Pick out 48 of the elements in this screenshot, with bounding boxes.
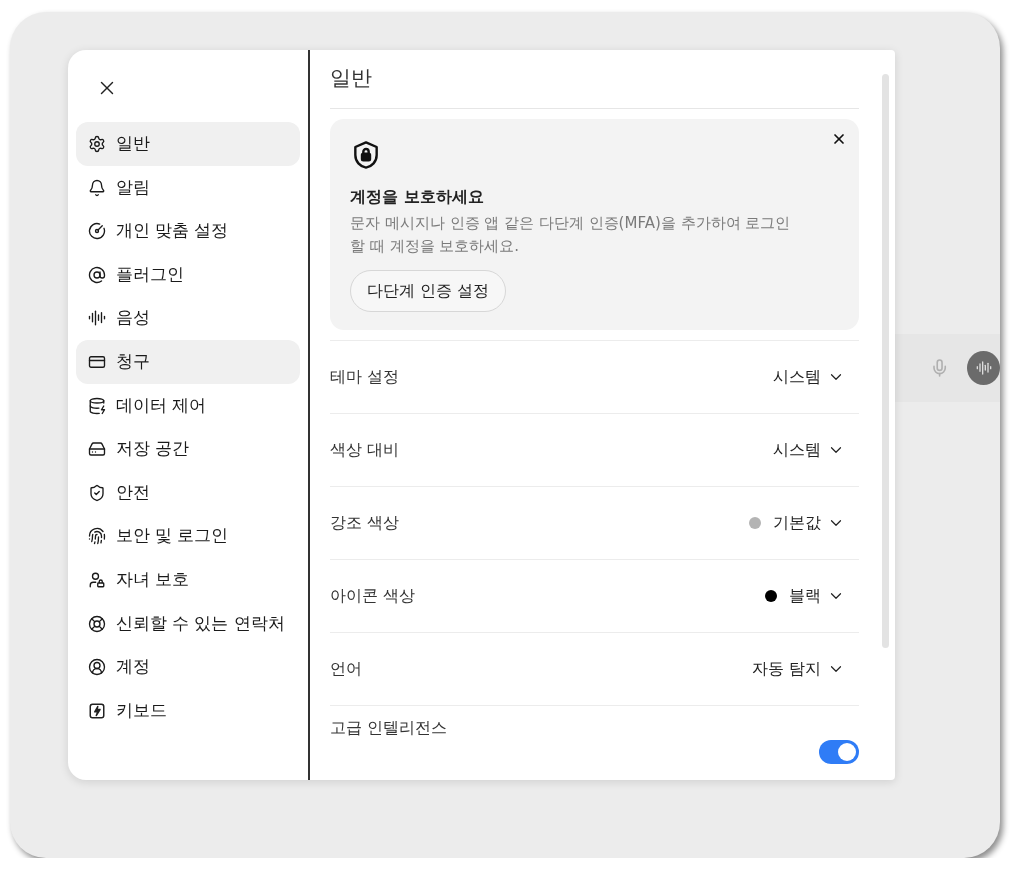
sidebar-item-icon: [88, 440, 106, 459]
sidebar-item[interactable]: 보안 및 로그인: [76, 514, 300, 559]
mfa-setup-button[interactable]: 다단계 인증 설정: [350, 270, 506, 312]
sidebar-item-icon: [88, 571, 106, 590]
sidebar-item-icon: [88, 265, 106, 284]
sidebar-item-icon: [88, 614, 106, 633]
setting-label: 아이콘 색상: [330, 585, 416, 607]
setting-label: 강조 색상: [330, 512, 400, 534]
close-button[interactable]: [831, 131, 847, 147]
sidebar-item-icon: [88, 527, 106, 546]
sidebar-item[interactable]: 알림: [76, 165, 300, 210]
setting-label: 테마 설정: [330, 366, 400, 388]
close-icon: [831, 131, 847, 147]
sidebar-item[interactable]: 자녀 보호: [76, 558, 300, 603]
sidebar-item[interactable]: 청구: [76, 340, 300, 385]
setting-dropdown[interactable]: 블랙: [765, 585, 859, 607]
sidebar-item[interactable]: 계정: [76, 645, 300, 690]
sidebar-item[interactable]: 음성: [76, 296, 300, 341]
sidebar-item-icon: [88, 396, 106, 415]
sidebar-item-icon: [88, 658, 106, 677]
setting-label: 고급 인텔리전스: [330, 718, 448, 739]
setting-dropdown[interactable]: 자동 탐지: [751, 658, 859, 680]
setting-label: 언어: [330, 658, 362, 680]
sidebar-item-icon: [88, 222, 106, 241]
page-title: 일반: [330, 65, 373, 92]
sound-wave-icon: [975, 360, 992, 376]
notice-text: 문자 메시지나 인증 앱 같은 다단계 인증(MFA)을 추가하여 로그인할 때 계정을 보호하세요.: [350, 213, 792, 257]
sidebar-item[interactable]: 신뢰할 수 있는 연락처: [76, 601, 300, 646]
sidebar-item-icon: [88, 178, 106, 197]
sidebar-item[interactable]: 일반: [76, 122, 300, 166]
sidebar-item-icon: [88, 309, 106, 328]
sidebar-item[interactable]: 키보드: [76, 688, 300, 733]
setting-dropdown[interactable]: 시스템: [773, 439, 859, 461]
sidebar-item[interactable]: 플러그인: [76, 252, 300, 297]
setting-dropdown[interactable]: 시스템: [773, 366, 859, 388]
bolt-square-icon: [88, 701, 106, 720]
toggle-switch[interactable]: [819, 740, 859, 764]
voice-button[interactable]: [967, 351, 1000, 385]
sidebar-item[interactable]: 안전: [76, 470, 300, 515]
sidebar-item-icon: [88, 483, 106, 502]
setting-label: 색상 대비: [330, 439, 400, 461]
scrollbar[interactable]: [882, 74, 889, 648]
sidebar-item-icon: [88, 135, 106, 153]
notice-title: 계정을 보호하세요: [350, 187, 484, 208]
sidebar-item[interactable]: 저장 공간: [76, 427, 300, 472]
setting-dropdown[interactable]: 기본값: [749, 512, 859, 534]
sidebar-item[interactable]: 데이터 제어: [76, 383, 300, 428]
sidebar-item[interactable]: 개인 맞춤 설정: [76, 209, 300, 254]
